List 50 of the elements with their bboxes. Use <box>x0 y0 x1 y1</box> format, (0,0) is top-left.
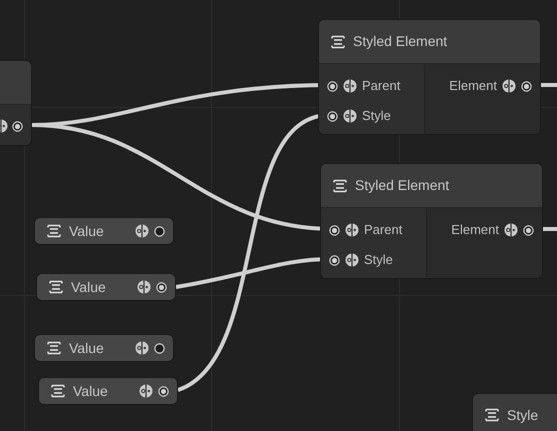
type-icon <box>504 223 518 237</box>
type-icon <box>345 223 359 237</box>
node-title: Styled Element <box>355 176 450 195</box>
type-icon <box>343 79 357 93</box>
node-title: Value <box>69 338 105 358</box>
value-node[interactable]: Value <box>34 334 174 362</box>
port-icon[interactable] <box>327 110 338 122</box>
list-icon <box>47 224 61 238</box>
port-icon[interactable] <box>154 342 165 354</box>
list-icon <box>51 384 65 398</box>
type-icon <box>343 109 357 123</box>
type-icon <box>135 341 149 355</box>
list-icon <box>47 341 61 355</box>
port-icon[interactable] <box>154 226 165 236</box>
port-icon[interactable] <box>329 254 340 266</box>
port-label: Parent <box>362 77 400 96</box>
list-icon <box>331 34 345 48</box>
port-icon[interactable] <box>327 80 338 92</box>
connection-wire <box>543 227 557 231</box>
node-title: Value <box>69 222 105 240</box>
type-icon <box>135 224 149 238</box>
type-icon <box>139 384 153 398</box>
graph-node[interactable]: Styled Element Parent Style Element <box>320 163 543 279</box>
port-icon[interactable] <box>156 282 167 292</box>
port-icon[interactable] <box>158 386 169 396</box>
type-icon <box>345 253 359 267</box>
port-label: Element <box>449 77 497 96</box>
port-icon[interactable] <box>12 120 23 132</box>
type-icon <box>137 280 151 294</box>
port-label: Parent <box>364 221 402 240</box>
port-label: Element <box>451 221 499 240</box>
node-title: Style <box>507 408 538 422</box>
value-node[interactable]: Value <box>34 217 174 245</box>
list-icon <box>49 280 63 294</box>
value-node[interactable]: Value <box>38 377 178 405</box>
port-label: Style <box>362 107 391 126</box>
port-icon[interactable] <box>521 80 532 92</box>
graph-node[interactable]: Styled Element Parent Style Element <box>318 19 541 135</box>
list-icon <box>333 178 347 192</box>
node-title: Value <box>71 278 107 296</box>
port-icon[interactable] <box>329 224 340 236</box>
type-icon <box>502 79 516 93</box>
port-icon[interactable] <box>523 224 534 236</box>
graph-node[interactable]: Style <box>472 393 557 431</box>
value-node[interactable]: Value <box>36 273 176 301</box>
node-title: Value <box>73 382 109 400</box>
list-icon <box>485 408 499 422</box>
port-label: Style <box>364 251 393 270</box>
node-title: Styled Element <box>353 32 448 51</box>
connection-wire <box>541 83 557 87</box>
